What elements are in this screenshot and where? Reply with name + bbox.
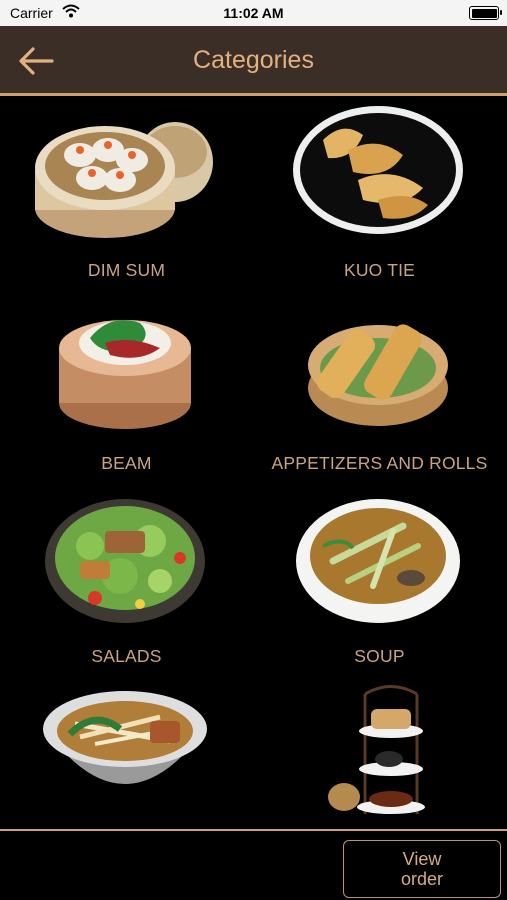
category-label: APPETIZERS AND ROLLS [271,453,488,473]
tea-stand-image [328,685,425,814]
category-item-beam[interactable]: BEAM [0,293,253,486]
view-order-button[interactable]: View order [343,840,501,898]
status-bar: Carrier 11:02 AM [0,0,507,26]
category-item-dim-sum[interactable]: DIM SUM [0,100,253,293]
category-item-kuo-tie[interactable]: KUO TIE [253,100,506,293]
category-label: BEAM [101,453,152,473]
battery-icon [469,6,502,20]
category-label: DIM SUM [87,260,166,280]
category-label: SOUP [354,646,405,666]
clock-time: 11:02 AM [223,5,284,21]
nav-bar: Categories [0,26,507,96]
beam-image [59,320,191,429]
soup-image [296,499,460,623]
bottom-bar: View order [0,829,507,900]
kuo-tie-image [293,106,463,234]
category-label: KUO TIE [343,260,416,280]
salads-image [45,499,205,623]
category-item-salads[interactable]: SALADS [0,486,253,679]
page-title: Categories [193,46,314,74]
category-grid: DIM SUM KUO TIE BEAM APPETIZERS AND ROLL… [0,100,507,830]
noodle-soup-image [43,691,207,784]
category-item-noodle-soup[interactable] [0,679,253,830]
category-item-appetizers-and-rolls[interactable]: APPETIZERS AND ROLLS [253,293,506,486]
dim-sum-image [35,122,213,238]
appetizers-and-rolls-image [308,324,448,426]
category-item-tea-stand[interactable] [253,679,506,830]
category-label: SALADS [91,646,162,666]
category-item-soup[interactable]: SOUP [253,486,506,679]
